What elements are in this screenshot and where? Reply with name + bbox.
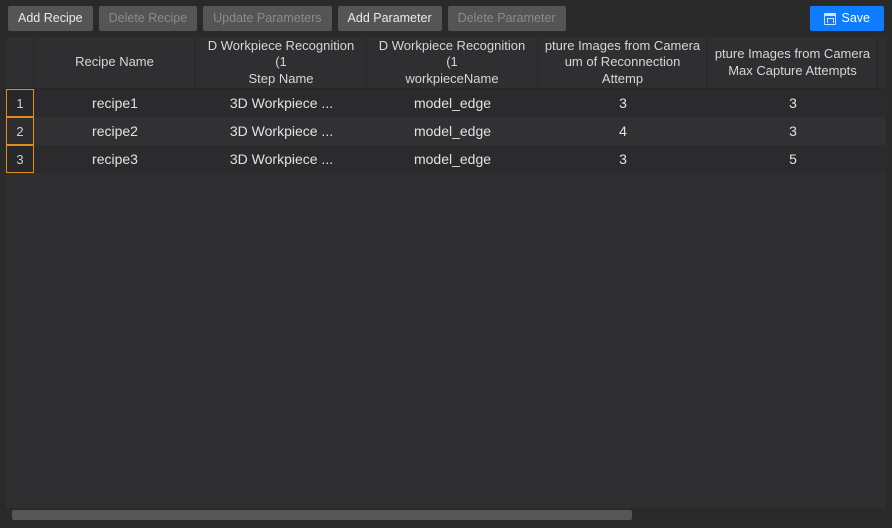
delete-recipe-button[interactable]: Delete Recipe — [99, 6, 198, 31]
table-row[interactable]: 2 recipe2 3D Workpiece ... model_edge 4 … — [6, 117, 886, 145]
cell-reconnection-attempts[interactable]: 4 — [538, 117, 708, 145]
row-number[interactable]: 1 — [6, 89, 34, 117]
cell-step-name[interactable]: 3D Workpiece ... — [196, 89, 367, 117]
update-parameters-button[interactable]: Update Parameters — [203, 6, 331, 31]
row-number[interactable]: 2 — [6, 117, 34, 145]
save-icon — [824, 13, 836, 25]
table-scroll[interactable]: Recipe Name D Workpiece Recognition (1St… — [6, 37, 886, 522]
table-area: Recipe Name D Workpiece Recognition (1St… — [6, 37, 886, 522]
col-header-max-capture-attempts[interactable]: pture Images from CameraMax Capture Atte… — [708, 37, 878, 88]
cell-reconnection-attempts[interactable]: 3 — [538, 89, 708, 117]
cell-max-capture-attempts[interactable]: 3 — [708, 89, 878, 117]
cell-step-name[interactable]: 3D Workpiece ... — [196, 145, 367, 173]
table-row[interactable]: 3 recipe3 3D Workpiece ... model_edge 3 … — [6, 145, 886, 173]
save-button-label: Save — [842, 11, 871, 26]
add-recipe-button[interactable]: Add Recipe — [8, 6, 93, 31]
data-grid: Recipe Name D Workpiece Recognition (1St… — [6, 37, 886, 173]
app-root: Add Recipe Delete Recipe Update Paramete… — [0, 0, 892, 528]
cell-recipe-name[interactable]: recipe1 — [34, 89, 196, 117]
cell-workpiece-name[interactable]: model_edge — [367, 117, 538, 145]
cell-workpiece-name[interactable]: model_edge — [367, 145, 538, 173]
table-row[interactable]: 1 recipe1 3D Workpiece ... model_edge 3 … — [6, 89, 886, 117]
col-header-workpiece-name[interactable]: D Workpiece Recognition (1workpieceName — [367, 37, 538, 88]
delete-parameter-button[interactable]: Delete Parameter — [448, 6, 566, 31]
cell-step-name[interactable]: 3D Workpiece ... — [196, 117, 367, 145]
table-header-row: Recipe Name D Workpiece Recognition (1St… — [6, 37, 886, 89]
col-header-reconnection-attempts[interactable]: pture Images from Cameraum of Reconnecti… — [538, 37, 708, 88]
cell-max-capture-attempts[interactable]: 5 — [708, 145, 878, 173]
cell-max-capture-attempts[interactable]: 3 — [708, 117, 878, 145]
col-header-step-name[interactable]: D Workpiece Recognition (1Step Name — [196, 37, 367, 88]
col-header-recipe-name[interactable]: Recipe Name — [34, 37, 196, 88]
toolbar: Add Recipe Delete Recipe Update Paramete… — [0, 0, 892, 37]
cell-workpiece-name[interactable]: model_edge — [367, 89, 538, 117]
cell-recipe-name[interactable]: recipe2 — [34, 117, 196, 145]
row-number[interactable]: 3 — [6, 145, 34, 173]
header-corner — [6, 37, 34, 88]
cell-recipe-name[interactable]: recipe3 — [34, 145, 196, 173]
save-button[interactable]: Save — [810, 6, 885, 31]
cell-reconnection-attempts[interactable]: 3 — [538, 145, 708, 173]
add-parameter-button[interactable]: Add Parameter — [338, 6, 442, 31]
